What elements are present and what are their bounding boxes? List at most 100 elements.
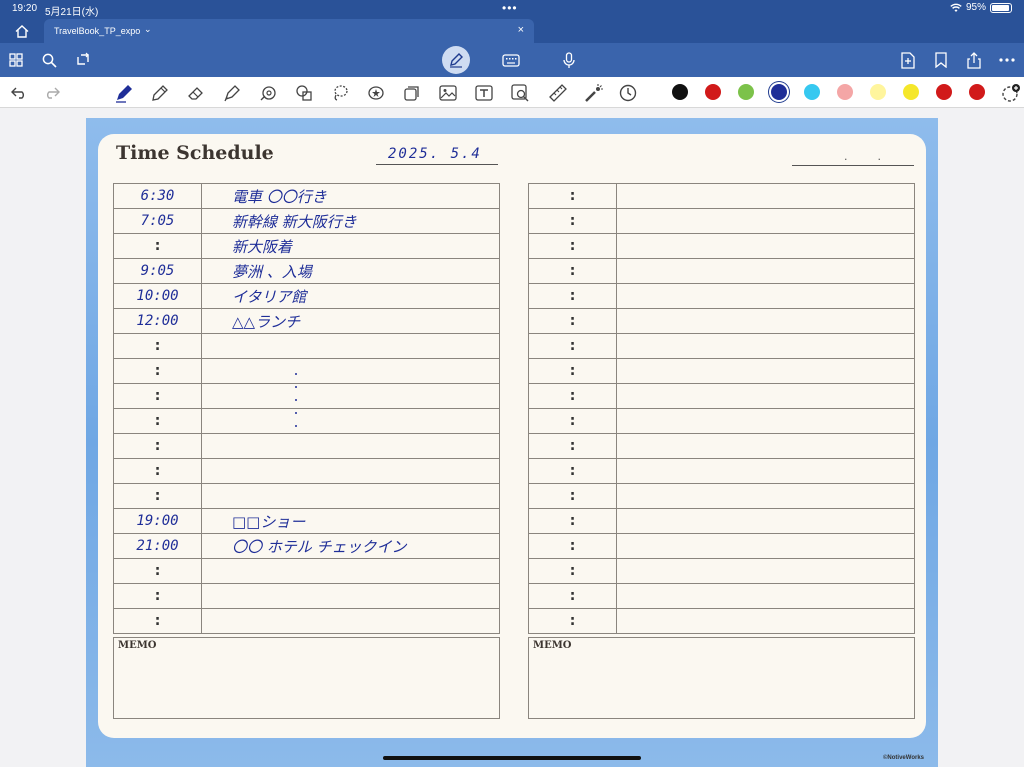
event-cell[interactable]: [616, 333, 915, 359]
pen-mode-button[interactable]: [442, 46, 470, 74]
time-cell[interactable]: :: [113, 558, 202, 584]
color-swatch[interactable]: [903, 84, 919, 100]
schedule-sheet[interactable]: Time Schedule 2025. 5.4 .. 6:30 電車 〇〇行き 7:…: [98, 134, 926, 738]
memo-box-left[interactable]: MEMO: [113, 637, 500, 719]
color-swatch[interactable]: [870, 84, 886, 100]
event-cell[interactable]: [201, 333, 500, 359]
event-cell[interactable]: [616, 583, 915, 609]
pencil-tool[interactable]: [149, 82, 171, 104]
event-cell[interactable]: [616, 458, 915, 484]
event-cell[interactable]: [201, 383, 500, 409]
event-cell[interactable]: □□ショー: [201, 508, 500, 534]
event-cell[interactable]: [616, 533, 915, 559]
time-cell[interactable]: :: [528, 583, 617, 609]
time-cell[interactable]: :: [113, 358, 202, 384]
chevron-down-icon[interactable]: ⌄: [144, 24, 152, 35]
event-cell[interactable]: [616, 183, 915, 209]
time-cell[interactable]: 10:00: [113, 283, 202, 309]
event-cell[interactable]: [616, 483, 915, 509]
lasso-tool[interactable]: [329, 82, 351, 104]
image-tool[interactable]: [437, 82, 459, 104]
time-cell[interactable]: :: [528, 283, 617, 309]
time-cell[interactable]: :: [528, 458, 617, 484]
more-button[interactable]: [996, 49, 1018, 71]
highlighter-tool[interactable]: [221, 82, 243, 104]
event-cell[interactable]: [616, 358, 915, 384]
eraser-tool[interactable]: [185, 82, 207, 104]
home-indicator[interactable]: [383, 756, 641, 760]
laser-pointer-tool[interactable]: [583, 82, 605, 104]
event-cell[interactable]: [201, 358, 500, 384]
sticker-tool[interactable]: [365, 82, 387, 104]
time-cell[interactable]: 7:05: [113, 208, 202, 234]
event-cell[interactable]: [616, 283, 915, 309]
event-cell[interactable]: △△ランチ: [201, 308, 500, 334]
shape-tool[interactable]: [257, 82, 279, 104]
event-cell[interactable]: [616, 433, 915, 459]
color-swatch[interactable]: [771, 84, 787, 100]
undo-button[interactable]: [8, 82, 30, 104]
color-swatch[interactable]: [969, 84, 985, 100]
color-add-button[interactable]: [1000, 82, 1022, 104]
add-page-button[interactable]: [897, 49, 919, 71]
time-cell[interactable]: :: [113, 233, 202, 259]
search-button[interactable]: [38, 49, 60, 71]
time-cell[interactable]: :: [528, 408, 617, 434]
home-button[interactable]: [12, 22, 32, 40]
color-swatch[interactable]: [738, 84, 754, 100]
time-cell[interactable]: :: [528, 308, 617, 334]
page-area[interactable]: Time Schedule 2025. 5.4 .. 6:30 電車 〇〇行き 7:…: [0, 108, 1024, 767]
time-cell[interactable]: :: [528, 208, 617, 234]
time-cell[interactable]: 12:00: [113, 308, 202, 334]
time-cell[interactable]: :: [528, 433, 617, 459]
color-swatch[interactable]: [672, 84, 688, 100]
color-swatch[interactable]: [804, 84, 820, 100]
time-cell[interactable]: 9:05: [113, 258, 202, 284]
multitask-dots-icon[interactable]: •••: [502, 1, 518, 15]
event-cell[interactable]: 電車 〇〇行き: [201, 183, 500, 209]
memo-box-right[interactable]: MEMO: [528, 637, 915, 719]
time-cell[interactable]: :: [528, 533, 617, 559]
event-cell[interactable]: 〇〇 ホテル チェックイン: [201, 533, 500, 559]
time-cell[interactable]: 21:00: [113, 533, 202, 559]
time-cell[interactable]: :: [528, 233, 617, 259]
time-cell[interactable]: :: [528, 358, 617, 384]
bookmark-button[interactable]: [930, 49, 952, 71]
time-cell[interactable]: :: [528, 508, 617, 534]
time-cell[interactable]: :: [528, 558, 617, 584]
share-button[interactable]: [963, 49, 985, 71]
event-cell[interactable]: [201, 558, 500, 584]
event-cell[interactable]: [616, 408, 915, 434]
event-cell[interactable]: [616, 258, 915, 284]
event-cell[interactable]: [616, 308, 915, 334]
color-swatch[interactable]: [837, 84, 853, 100]
event-cell[interactable]: [616, 208, 915, 234]
time-cell[interactable]: :: [113, 458, 202, 484]
time-cell[interactable]: :: [113, 408, 202, 434]
time-cell[interactable]: :: [528, 333, 617, 359]
color-swatch[interactable]: [705, 84, 721, 100]
time-cell[interactable]: :: [113, 483, 202, 509]
close-tab-icon[interactable]: ×: [518, 24, 524, 36]
clock-tool[interactable]: [617, 82, 639, 104]
lasso-rotate-button[interactable]: [72, 49, 94, 71]
event-cell[interactable]: [616, 383, 915, 409]
time-cell[interactable]: :: [113, 608, 202, 634]
time-cell[interactable]: :: [113, 333, 202, 359]
microphone-button[interactable]: [558, 49, 580, 71]
time-cell[interactable]: :: [113, 433, 202, 459]
time-cell[interactable]: :: [113, 383, 202, 409]
text-box-tool[interactable]: [473, 82, 495, 104]
color-swatch[interactable]: [936, 84, 952, 100]
event-cell[interactable]: [201, 608, 500, 634]
time-cell[interactable]: :: [528, 483, 617, 509]
redo-button[interactable]: [41, 82, 63, 104]
time-cell[interactable]: 6:30: [113, 183, 202, 209]
event-cell[interactable]: [616, 608, 915, 634]
layer-tool[interactable]: [401, 82, 423, 104]
event-cell[interactable]: 夢洲 、入場: [201, 258, 500, 284]
fountain-pen-tool[interactable]: [113, 82, 135, 104]
event-cell[interactable]: [616, 558, 915, 584]
time-cell[interactable]: :: [113, 583, 202, 609]
shapes-fill-tool[interactable]: [293, 82, 315, 104]
